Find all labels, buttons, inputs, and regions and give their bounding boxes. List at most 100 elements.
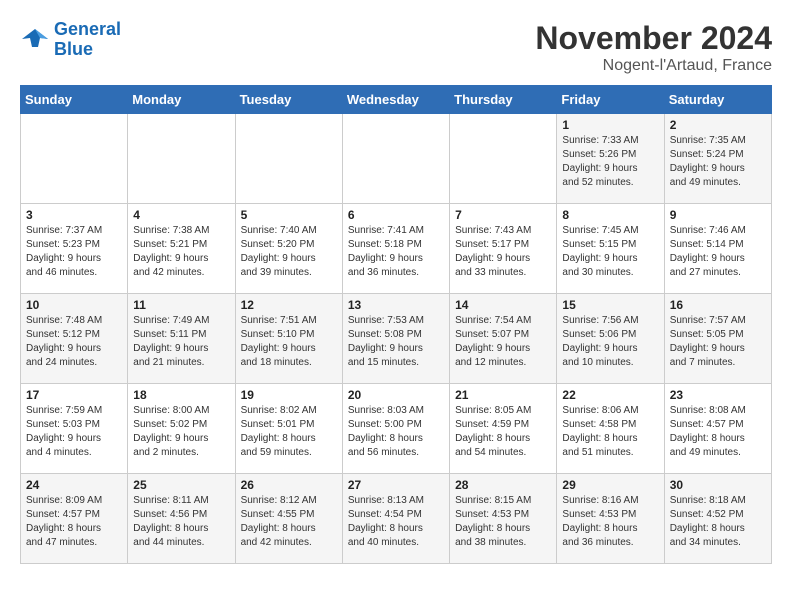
logo: General Blue	[20, 20, 121, 60]
calendar-cell: 21 Sunrise: 8:05 AM Sunset: 4:59 PM Dayli…	[450, 384, 557, 474]
calendar-cell: 15 Sunrise: 7:56 AM Sunset: 5:06 PM Dayli…	[557, 294, 664, 384]
calendar-cell: 3 Sunrise: 7:37 AM Sunset: 5:23 PM Daylig…	[21, 204, 128, 294]
day-number: 27	[348, 478, 444, 492]
calendar-cell: 7 Sunrise: 7:43 AM Sunset: 5:17 PM Daylig…	[450, 204, 557, 294]
day-info: Sunrise: 8:02 AM Sunset: 5:01 PM Dayligh…	[241, 404, 337, 460]
calendar-cell: 20Sunrise: 8:03 AM Sunset: 5:00 PM Dayli…	[342, 384, 449, 474]
day-info: Sunrise: 7:51 AM Sunset: 5:10 PM Dayligh…	[241, 314, 337, 370]
day-info: Sunrise: 7:56 AM Sunset: 5:06 PM Dayligh…	[562, 314, 658, 370]
day-number: 7	[455, 208, 551, 222]
day-number: 3	[26, 208, 122, 222]
location-subtitle: Nogent-l'Artaud, France	[535, 57, 772, 75]
day-number: 11	[133, 298, 229, 312]
day-number: 25	[133, 478, 229, 492]
day-info: Sunrise: 7:43 AM Sunset: 5:17 PM Dayligh…	[455, 224, 551, 280]
calendar-cell: 25 Sunrise: 8:11 AM Sunset: 4:56 PM Dayli…	[128, 474, 235, 564]
day-number: 4	[133, 208, 229, 222]
day-info: Sunrise: 7:33 AM Sunset: 5:26 PM Dayligh…	[562, 134, 658, 190]
calendar-cell: 8 Sunrise: 7:45 AM Sunset: 5:15 PM Daylig…	[557, 204, 664, 294]
day-number: 6	[348, 208, 444, 222]
calendar-cell: 6 Sunrise: 7:41 AM Sunset: 5:18 PM Daylig…	[342, 204, 449, 294]
day-info: Sunrise: 8:00 AM Sunset: 5:02 PM Dayligh…	[133, 404, 229, 460]
day-number: 29	[562, 478, 658, 492]
calendar-cell: 30 Sunrise: 8:18 AM Sunset: 4:52 PM Dayli…	[664, 474, 771, 564]
day-info: Sunrise: 7:53 AM Sunset: 5:08 PM Dayligh…	[348, 314, 444, 370]
day-number: 16	[670, 298, 766, 312]
title-block: November 2024 Nogent-l'Artaud, France	[535, 20, 772, 75]
day-info: Sunrise: 7:40 AM Sunset: 5:20 PM Dayligh…	[241, 224, 337, 280]
weekday-header: Tuesday	[235, 86, 342, 114]
calendar-table: SundayMondayTuesdayWednesdayThursdayFrid…	[20, 85, 772, 564]
calendar-cell: 18Sunrise: 8:00 AM Sunset: 5:02 PM Dayli…	[128, 384, 235, 474]
day-info: Sunrise: 7:38 AM Sunset: 5:21 PM Dayligh…	[133, 224, 229, 280]
calendar-cell: 17Sunrise: 7:59 AM Sunset: 5:03 PM Dayli…	[21, 384, 128, 474]
day-number: 19	[241, 388, 337, 402]
calendar-cell	[128, 114, 235, 204]
calendar-cell: 26 Sunrise: 8:12 AM Sunset: 4:55 PM Dayli…	[235, 474, 342, 564]
calendar-cell	[450, 114, 557, 204]
calendar-cell	[21, 114, 128, 204]
day-info: Sunrise: 7:49 AM Sunset: 5:11 PM Dayligh…	[133, 314, 229, 370]
day-info: Sunrise: 7:45 AM Sunset: 5:15 PM Dayligh…	[562, 224, 658, 280]
day-number: 30	[670, 478, 766, 492]
day-number: 2	[670, 118, 766, 132]
day-number: 26	[241, 478, 337, 492]
day-number: 17	[26, 388, 122, 402]
day-info: Sunrise: 8:12 AM Sunset: 4:55 PM Dayligh…	[241, 494, 337, 550]
day-info: Sunrise: 7:48 AM Sunset: 5:12 PM Dayligh…	[26, 314, 122, 370]
calendar-cell: 22 Sunrise: 8:06 AM Sunset: 4:58 PM Dayli…	[557, 384, 664, 474]
day-info: Sunrise: 7:54 AM Sunset: 5:07 PM Dayligh…	[455, 314, 551, 370]
day-info: Sunrise: 8:18 AM Sunset: 4:52 PM Dayligh…	[670, 494, 766, 550]
day-number: 12	[241, 298, 337, 312]
day-info: Sunrise: 7:46 AM Sunset: 5:14 PM Dayligh…	[670, 224, 766, 280]
calendar-cell: 27 Sunrise: 8:13 AM Sunset: 4:54 PM Dayli…	[342, 474, 449, 564]
day-number: 24	[26, 478, 122, 492]
calendar-cell: 2Sunrise: 7:35 AM Sunset: 5:24 PM Daylig…	[664, 114, 771, 204]
weekday-header: Monday	[128, 86, 235, 114]
calendar-cell: 9 Sunrise: 7:46 AM Sunset: 5:14 PM Daylig…	[664, 204, 771, 294]
day-info: Sunrise: 8:15 AM Sunset: 4:53 PM Dayligh…	[455, 494, 551, 550]
calendar-cell: 12 Sunrise: 7:51 AM Sunset: 5:10 PM Dayli…	[235, 294, 342, 384]
calendar-cell: 10 Sunrise: 7:48 AM Sunset: 5:12 PM Dayli…	[21, 294, 128, 384]
calendar-cell	[235, 114, 342, 204]
day-number: 10	[26, 298, 122, 312]
calendar-cell: 5 Sunrise: 7:40 AM Sunset: 5:20 PM Daylig…	[235, 204, 342, 294]
calendar-cell: 19 Sunrise: 8:02 AM Sunset: 5:01 PM Dayli…	[235, 384, 342, 474]
day-number: 14	[455, 298, 551, 312]
day-number: 21	[455, 388, 551, 402]
calendar-cell: 1 Sunrise: 7:33 AM Sunset: 5:26 PM Daylig…	[557, 114, 664, 204]
calendar-cell: 23 Sunrise: 8:08 AM Sunset: 4:57 PM Dayli…	[664, 384, 771, 474]
day-number: 8	[562, 208, 658, 222]
calendar-cell	[342, 114, 449, 204]
day-number: 5	[241, 208, 337, 222]
day-number: 9	[670, 208, 766, 222]
logo-text: General Blue	[54, 20, 121, 60]
day-number: 15	[562, 298, 658, 312]
day-info: Sunrise: 7:41 AM Sunset: 5:18 PM Dayligh…	[348, 224, 444, 280]
day-info: Sunrise: 8:16 AM Sunset: 4:53 PM Dayligh…	[562, 494, 658, 550]
day-info: Sunrise: 8:05 AM Sunset: 4:59 PM Dayligh…	[455, 404, 551, 460]
day-number: 23	[670, 388, 766, 402]
weekday-header: Wednesday	[342, 86, 449, 114]
day-info: Sunrise: 7:57 AM Sunset: 5:05 PM Dayligh…	[670, 314, 766, 370]
calendar-cell: 24Sunrise: 8:09 AM Sunset: 4:57 PM Dayli…	[21, 474, 128, 564]
day-info: Sunrise: 8:06 AM Sunset: 4:58 PM Dayligh…	[562, 404, 658, 460]
weekday-header: Friday	[557, 86, 664, 114]
logo-icon	[20, 25, 50, 55]
calendar-cell: 16 Sunrise: 7:57 AM Sunset: 5:05 PM Dayli…	[664, 294, 771, 384]
day-number: 1	[562, 118, 658, 132]
day-info: Sunrise: 8:13 AM Sunset: 4:54 PM Dayligh…	[348, 494, 444, 550]
day-info: Sunrise: 8:08 AM Sunset: 4:57 PM Dayligh…	[670, 404, 766, 460]
calendar-cell: 11 Sunrise: 7:49 AM Sunset: 5:11 PM Dayli…	[128, 294, 235, 384]
day-number: 22	[562, 388, 658, 402]
day-info: Sunrise: 7:37 AM Sunset: 5:23 PM Dayligh…	[26, 224, 122, 280]
calendar-cell: 4 Sunrise: 7:38 AM Sunset: 5:21 PM Daylig…	[128, 204, 235, 294]
calendar-cell: 14 Sunrise: 7:54 AM Sunset: 5:07 PM Dayli…	[450, 294, 557, 384]
calendar-cell: 28 Sunrise: 8:15 AM Sunset: 4:53 PM Dayli…	[450, 474, 557, 564]
calendar-cell: 29 Sunrise: 8:16 AM Sunset: 4:53 PM Dayli…	[557, 474, 664, 564]
page-header: General Blue November 2024 Nogent-l'Arta…	[20, 20, 772, 75]
weekday-header: Saturday	[664, 86, 771, 114]
day-number: 20	[348, 388, 444, 402]
day-number: 28	[455, 478, 551, 492]
day-info: Sunrise: 8:11 AM Sunset: 4:56 PM Dayligh…	[133, 494, 229, 550]
